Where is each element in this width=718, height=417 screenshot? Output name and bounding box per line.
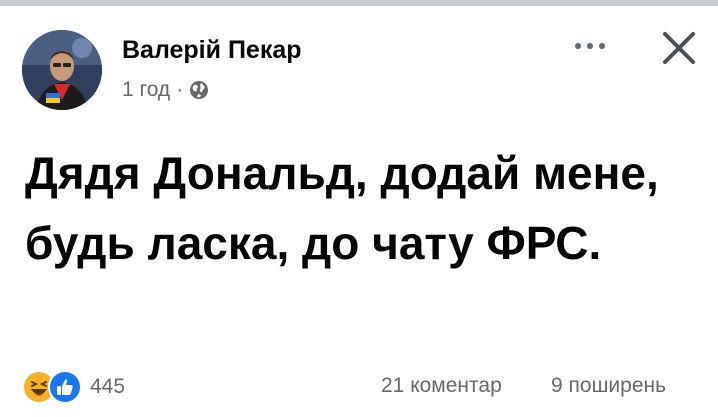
post-text: Дядя Дональд, додай мене, будь ласка, до… bbox=[25, 147, 659, 269]
globe-icon bbox=[189, 80, 209, 100]
shares-count-link[interactable]: 9 поширень bbox=[551, 374, 666, 398]
avatar-image bbox=[22, 30, 102, 110]
more-dot bbox=[599, 43, 605, 49]
more-options-button[interactable] bbox=[568, 28, 612, 64]
close-button[interactable] bbox=[657, 26, 701, 70]
meta-separator: · bbox=[176, 78, 184, 101]
close-icon bbox=[663, 32, 695, 64]
top-divider bbox=[0, 0, 718, 6]
comments-count-link[interactable]: 21 коментар bbox=[381, 374, 502, 398]
more-dot bbox=[587, 43, 593, 49]
post-time[interactable]: 1 год bbox=[122, 78, 170, 102]
more-dot bbox=[575, 43, 581, 49]
reaction-count: 445 bbox=[90, 375, 126, 398]
avatar[interactable] bbox=[22, 30, 102, 110]
author-name[interactable]: Валерій Пекар bbox=[122, 36, 302, 65]
like-icon bbox=[48, 370, 82, 404]
post-meta: 1 год · bbox=[122, 78, 209, 102]
reactions-summary[interactable]: 445 bbox=[22, 370, 125, 404]
